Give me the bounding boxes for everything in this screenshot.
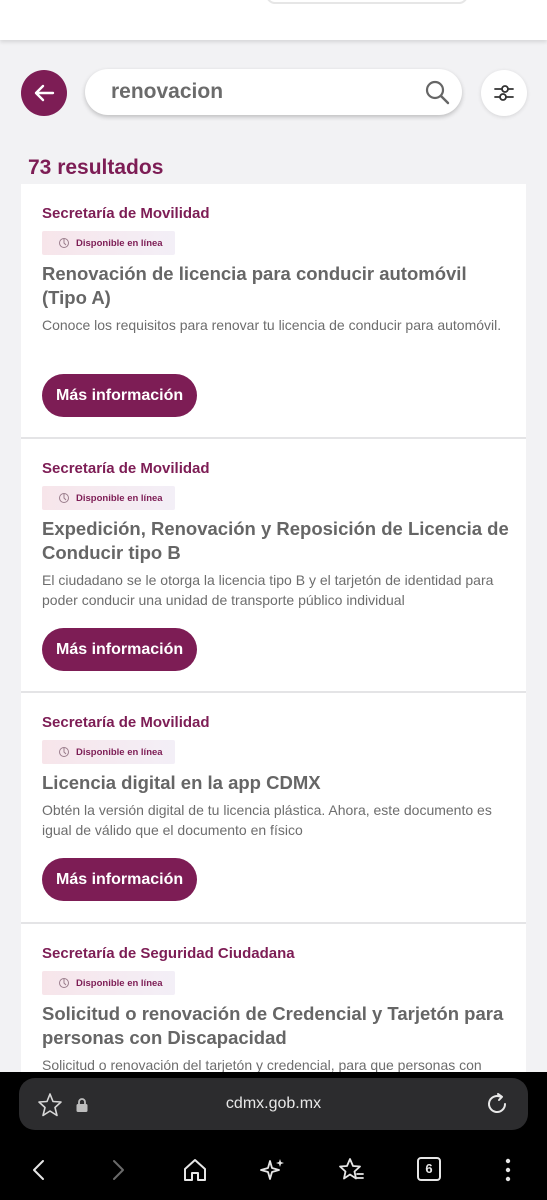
availability-badge-label: Disponible en línea: [76, 746, 163, 758]
result-agency: Secretaría de Seguridad Ciudadana: [42, 945, 295, 962]
result-card: Secretaría de Movilidad Disponible en lí…: [21, 184, 526, 437]
browser-forward-button[interactable]: [103, 1155, 133, 1185]
result-title[interactable]: Expedición, Renovación y Reposición de L…: [42, 517, 512, 565]
browser-tabs-button[interactable]: 6: [415, 1155, 445, 1185]
more-info-button[interactable]: Más información: [42, 858, 198, 901]
search-box: [85, 69, 462, 115]
reload-icon[interactable]: [484, 1091, 510, 1117]
browser-menu-button[interactable]: [493, 1155, 523, 1185]
home-icon: [184, 1159, 206, 1181]
browser-back-button[interactable]: [24, 1155, 54, 1185]
availability-badge-label: Disponible en línea: [76, 492, 163, 504]
arrow-left-icon: [34, 84, 55, 102]
results-count: 73 resultados: [28, 156, 164, 179]
availability-badge-label: Disponible en línea: [76, 977, 163, 989]
search-input[interactable]: [111, 69, 411, 115]
pointer-icon: [59, 493, 69, 503]
url-text[interactable]: cdmx.gob.mx: [19, 1095, 528, 1113]
sliders-icon: [494, 85, 514, 101]
result-description: Conoce los requisitos para renovar tu li…: [42, 317, 502, 333]
url-bar[interactable]: cdmx.gob.mx: [19, 1078, 528, 1130]
result-description: Obtén la versión digital de tu licencia …: [42, 802, 492, 838]
result-description: El ciudadano se le otorga la licencia ti…: [42, 572, 494, 608]
back-button[interactable]: [21, 70, 67, 116]
forward-icon: [113, 1160, 124, 1180]
bookmarks-icon: [339, 1158, 364, 1180]
header-search-field[interactable]: [266, 0, 468, 4]
result-card: Secretaría de Movilidad Disponible en lí…: [21, 439, 526, 691]
pointer-icon: [59, 978, 69, 988]
result-card: Secretaría de Movilidad Disponible en lí…: [21, 693, 526, 922]
more-info-button[interactable]: Más información: [42, 374, 198, 417]
result-title[interactable]: Licencia digital en la app CDMX: [42, 771, 512, 795]
availability-badge: Disponible en línea: [42, 971, 175, 995]
pointer-icon: [59, 747, 69, 757]
result-agency: Secretaría de Movilidad: [42, 460, 210, 477]
result-title[interactable]: Solicitud o renovación de Credencial y T…: [42, 1002, 512, 1050]
menu-icon: [505, 1158, 511, 1182]
site-header: [0, 0, 547, 40]
browser-home-button[interactable]: [180, 1155, 210, 1185]
availability-badge-label: Disponible en línea: [76, 237, 163, 249]
pointer-icon: [59, 238, 69, 248]
browser-bar: cdmx.gob.mx 6: [0, 1072, 547, 1200]
result-agency: Secretaría de Movilidad: [42, 205, 210, 222]
browser-bookmarks-button[interactable]: [336, 1155, 366, 1185]
more-info-button[interactable]: Más información: [42, 628, 198, 671]
result-title[interactable]: Renovación de licencia para conducir aut…: [42, 262, 512, 310]
availability-badge: Disponible en línea: [42, 740, 175, 764]
availability-badge: Disponible en línea: [42, 231, 175, 255]
ai-sparkle-icon: [260, 1159, 284, 1180]
result-card: Secretaría de Seguridad Ciudadana Dispon…: [21, 924, 526, 1074]
availability-badge: Disponible en línea: [42, 486, 175, 510]
cdmx-logo-icon[interactable]: [32, 0, 112, 6]
result-agency: Secretaría de Movilidad: [42, 714, 210, 731]
browser-ai-button[interactable]: [258, 1155, 288, 1185]
back-icon: [33, 1160, 44, 1180]
browser-nav-row: 6: [0, 1152, 547, 1188]
filter-button[interactable]: [481, 70, 527, 116]
tab-count: 6: [417, 1157, 441, 1181]
search-icon[interactable]: [424, 79, 450, 105]
